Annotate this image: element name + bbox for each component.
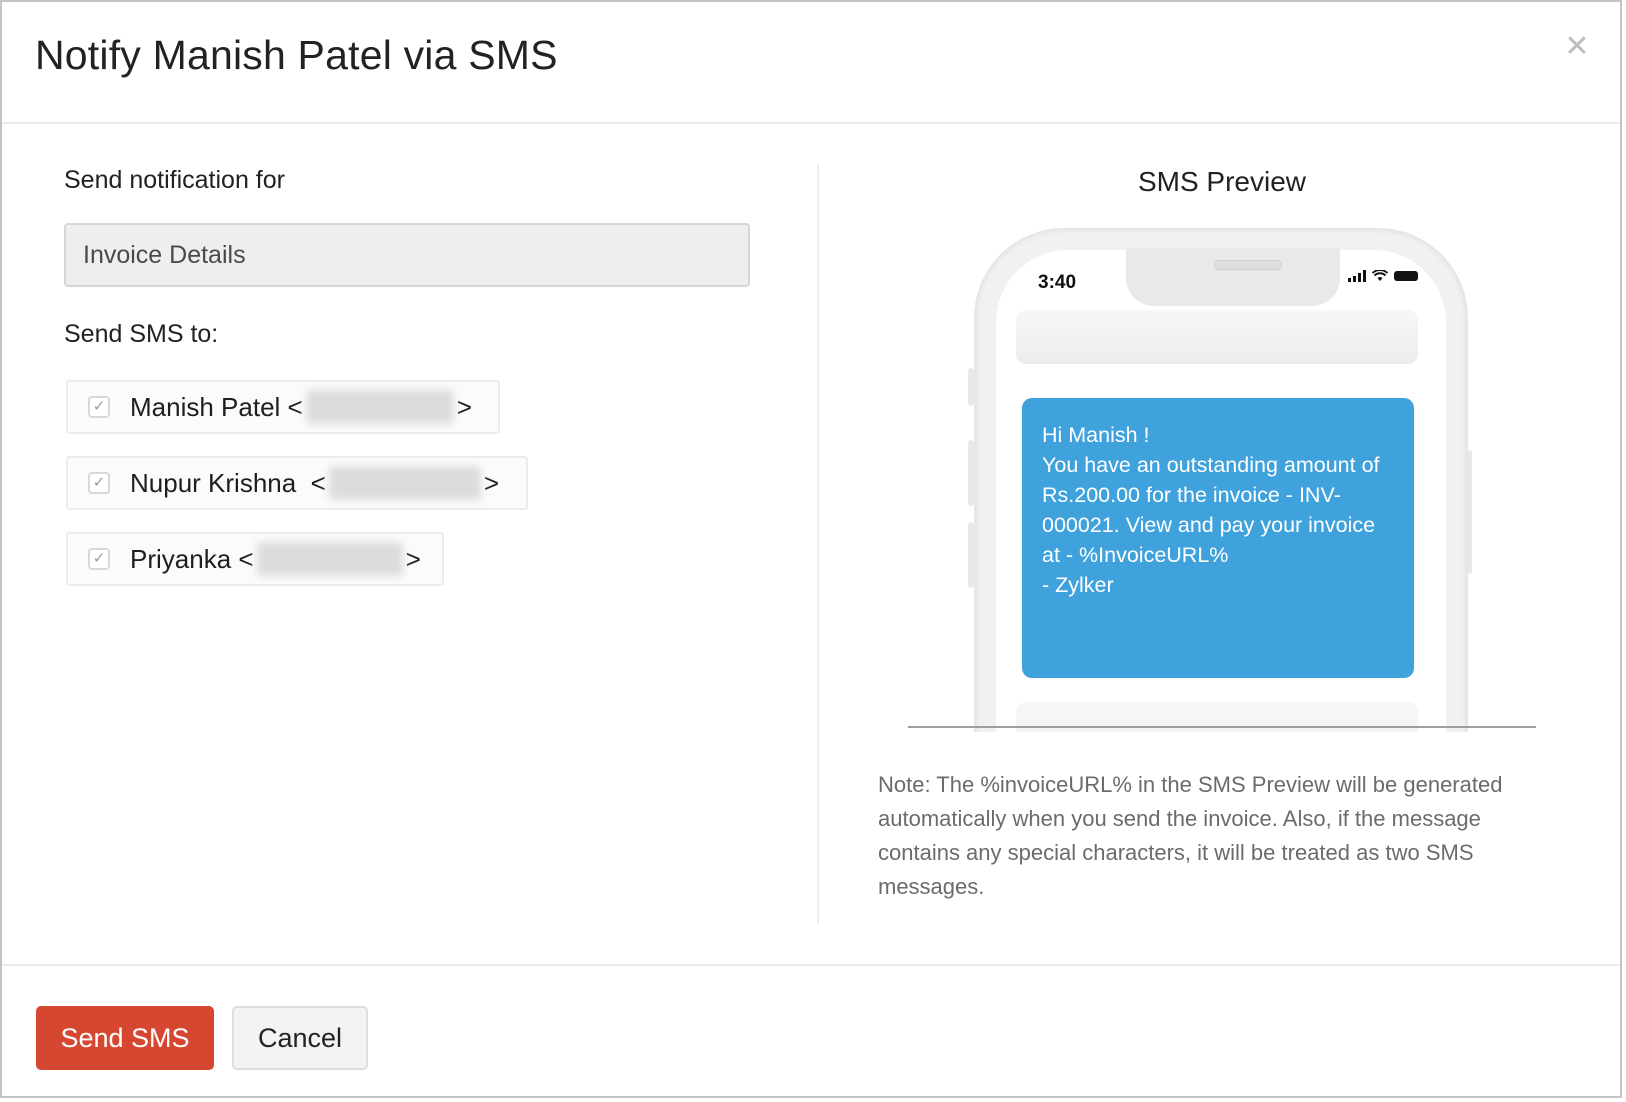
preview-note: Note: The %invoiceURL% in the SMS Previe… [878, 772, 1503, 899]
previous-message-placeholder [1016, 310, 1418, 364]
phone-time: 3:40 [1038, 272, 1077, 293]
phone-screen: 3:40 Hi Manish ! You have an outstanding… [996, 248, 1446, 732]
notification-type-field[interactable]: Invoice Details [64, 223, 750, 287]
sms-line: You have an outstanding amount of [1042, 453, 1380, 477]
phone-frame: 3:40 Hi Manish ! You have an outstanding… [974, 228, 1468, 732]
dialog-title: Notify Manish Patel via SMS [35, 32, 558, 78]
phone-notch [1126, 248, 1340, 306]
recipient-item[interactable]: ✓ Priyanka < > [66, 532, 444, 586]
wifi-icon [1372, 270, 1388, 281]
phone-speaker [1214, 260, 1282, 270]
battery-icon [1394, 271, 1418, 281]
recipient-label: Priyanka < [130, 543, 254, 574]
dialog-header: Notify Manish Patel via SMS ✕ [2, 2, 1620, 124]
close-icon[interactable]: ✕ [1562, 32, 1592, 62]
redacted-phone [305, 390, 454, 424]
sms-line: - Zylker [1042, 573, 1114, 597]
redacted-phone [256, 542, 403, 576]
sms-line: 000021. View and pay your invoice [1042, 513, 1376, 537]
phone-baseline [908, 726, 1536, 728]
checkbox-checked-icon[interactable]: ✓ [88, 396, 110, 418]
recipient-label: Manish Patel < [130, 391, 303, 422]
sms-line: Rs.200.00 for the invoice - INV- [1042, 483, 1341, 507]
phone-mockup: 3:40 Hi Manish ! You have an outstanding… [902, 222, 1552, 732]
notification-for-label: Send notification for [64, 166, 285, 194]
sms-message-bubble: Hi Manish ! You have an outstanding amou… [1022, 398, 1414, 678]
signal-icon [1348, 270, 1366, 282]
column-divider [817, 164, 819, 924]
redacted-phone [328, 466, 481, 500]
cancel-button[interactable]: Cancel [232, 1006, 368, 1070]
send-sms-button[interactable]: Send SMS [36, 1006, 214, 1070]
checkbox-checked-icon[interactable]: ✓ [88, 472, 110, 494]
sms-line: at - %InvoiceURL% [1042, 543, 1229, 567]
recipient-label: Nupur Krishna < [130, 467, 326, 498]
recipient-item[interactable]: ✓ Manish Patel < > [66, 380, 500, 434]
footer-divider [2, 964, 1620, 966]
recipient-item[interactable]: ✓ Nupur Krishna < > [66, 456, 528, 510]
status-icons [1348, 270, 1418, 282]
sms-line: Hi Manish ! [1042, 423, 1150, 447]
recipient-label-suffix: > [405, 543, 421, 574]
recipient-label-suffix: > [456, 391, 472, 422]
checkbox-checked-icon[interactable]: ✓ [88, 548, 110, 570]
notify-sms-dialog: Notify Manish Patel via SMS ✕ Send notif… [0, 0, 1622, 1098]
sms-preview-title: SMS Preview [1137, 166, 1307, 197]
send-sms-to-label: Send SMS to: [64, 320, 219, 348]
recipient-label-suffix: > [483, 467, 500, 498]
